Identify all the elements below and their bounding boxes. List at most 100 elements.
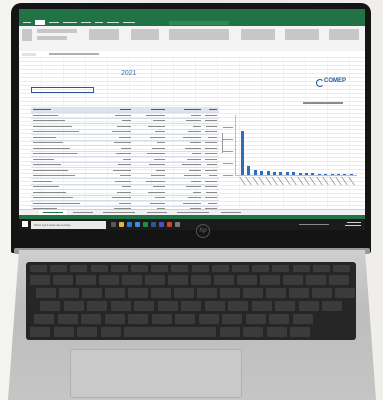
table-cell[interactable] [133,179,167,184]
font-style-buttons[interactable] [37,36,67,40]
tab-file[interactable] [23,22,31,24]
task-view-icon[interactable] [111,221,116,227]
tab-home[interactable] [35,20,45,25]
table-cell[interactable] [133,196,167,201]
table-cell[interactable] [167,185,203,190]
table-cell[interactable] [167,168,203,173]
table-cell[interactable] [31,201,103,206]
table-cell[interactable] [31,196,103,201]
table-cell[interactable] [167,174,203,179]
tab-formulas[interactable] [81,22,91,24]
table-cell[interactable] [203,146,219,151]
table-cell[interactable] [103,190,133,195]
table-cell[interactable] [203,124,219,129]
table-cell[interactable] [31,179,103,184]
table-cell[interactable] [203,152,219,157]
number-format-group[interactable] [131,29,159,40]
cells-group[interactable] [241,29,275,40]
tab-view[interactable] [123,22,135,24]
table-cell[interactable] [167,113,203,118]
table-cell[interactable] [203,135,219,140]
tab-data[interactable] [95,22,103,24]
table-cell[interactable] [167,163,203,168]
table-cell[interactable] [203,163,219,168]
table-cell[interactable] [31,146,103,151]
table-cell[interactable] [103,141,133,146]
table-cell[interactable] [31,163,103,168]
table-cell[interactable] [167,190,203,195]
alignment-group[interactable] [89,29,119,40]
app-icon[interactable] [175,221,180,227]
font-selector[interactable] [37,29,77,33]
table-cell[interactable] [133,157,167,162]
table-cell[interactable] [103,174,133,179]
system-tray-icons[interactable] [299,223,329,225]
table-cell[interactable] [103,163,133,168]
table-cell[interactable] [103,196,133,201]
tab-review[interactable] [107,22,119,24]
table-cell[interactable] [167,124,203,129]
table-cell[interactable] [31,124,103,129]
table-cell[interactable] [133,119,167,124]
worksheet-grid[interactable]: 2021 COMEP [19,57,365,229]
table-cell[interactable] [133,190,167,195]
table-cell[interactable] [103,201,133,206]
table-cell[interactable] [167,119,203,124]
table-cell[interactable] [203,107,219,112]
table-cell[interactable] [31,135,103,140]
outlook-icon[interactable] [135,221,140,227]
table-cell[interactable] [133,113,167,118]
table-cell[interactable] [203,190,219,195]
table-cell[interactable] [167,157,203,162]
selected-label-cell[interactable] [31,87,94,93]
table-cell[interactable] [203,174,219,179]
paste-button[interactable] [22,29,32,41]
table-cell[interactable] [133,124,167,129]
table-cell[interactable] [133,168,167,173]
table-cell[interactable] [203,130,219,135]
table-cell[interactable] [203,141,219,146]
table-cell[interactable] [103,157,133,162]
table-cell[interactable] [31,174,103,179]
table-cell[interactable] [133,141,167,146]
table-cell[interactable] [103,119,133,124]
table-cell[interactable] [203,157,219,162]
table-cell[interactable] [31,152,103,157]
tell-me-search[interactable] [169,20,229,25]
editing-group[interactable] [285,29,319,40]
table-cell[interactable] [103,124,133,129]
table-cell[interactable] [103,146,133,151]
table-cell[interactable] [203,113,219,118]
table-cell[interactable] [31,141,103,146]
table-cell[interactable] [167,152,203,157]
table-cell[interactable] [167,130,203,135]
table-cell[interactable] [167,179,203,184]
table-cell[interactable] [133,174,167,179]
table-cell[interactable] [31,190,103,195]
ideas-group[interactable] [329,29,359,40]
table-cell[interactable] [203,196,219,201]
table-cell[interactable] [31,168,103,173]
table-cell[interactable] [31,107,103,112]
styles-group[interactable] [169,29,229,40]
table-cell[interactable] [133,185,167,190]
table-cell[interactable] [133,107,167,112]
table-cell[interactable] [203,185,219,190]
excel-taskbar-icon[interactable] [143,221,148,227]
table-cell[interactable] [133,130,167,135]
table-cell[interactable] [103,179,133,184]
table-cell[interactable] [133,152,167,157]
table-cell[interactable] [31,130,103,135]
teams-icon[interactable] [159,221,164,227]
table-cell[interactable] [103,152,133,157]
table-cell[interactable] [203,119,219,124]
file-explorer-icon[interactable] [119,221,124,227]
table-cell[interactable] [167,196,203,201]
name-box[interactable] [22,52,36,56]
table-cell[interactable] [203,179,219,184]
table-cell[interactable] [167,146,203,151]
table-cell[interactable] [167,201,203,206]
table-cell[interactable] [103,185,133,190]
table-cell[interactable] [167,107,203,112]
table-cell[interactable] [31,185,103,190]
